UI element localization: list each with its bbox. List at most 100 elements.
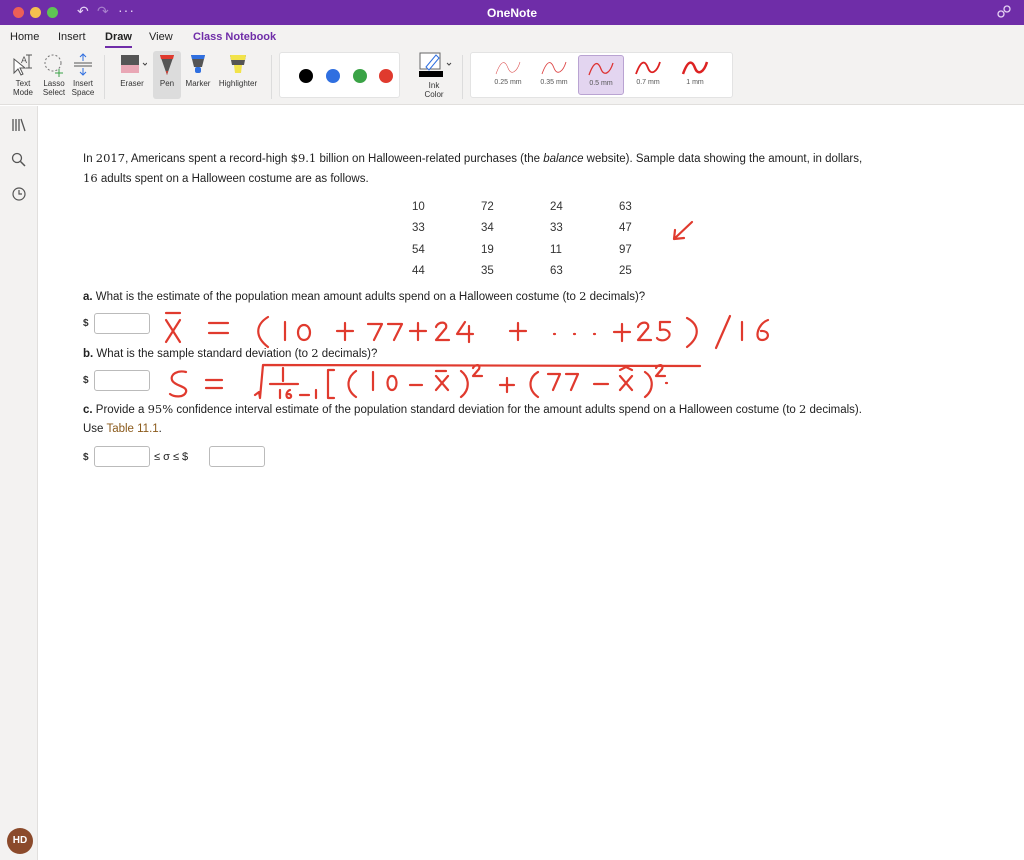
width-07-option[interactable]: 0.7 mm <box>625 55 671 95</box>
decimals-count: 2 <box>311 346 319 360</box>
text-mode-icon: A <box>13 54 32 76</box>
question-label: b. <box>83 348 94 360</box>
intro-text: In <box>83 153 96 165</box>
lasso-icon <box>44 54 63 77</box>
width-label: 1 mm <box>686 79 704 86</box>
notebooks-icon[interactable] <box>11 118 27 132</box>
color-red-swatch[interactable] <box>379 69 393 83</box>
highlighter-label: Highlighter <box>218 79 258 88</box>
intro-text: billion on Halloween-related purchases (… <box>316 153 544 165</box>
dollar-sign: $ <box>83 375 89 386</box>
insert-space-button[interactable]: Insert Space <box>68 51 98 97</box>
sigma-inequality: ≤ σ ≤ $ <box>154 451 189 463</box>
collaborators-icon[interactable] <box>996 4 1012 20</box>
tab-insert[interactable]: Insert <box>58 31 86 43</box>
dollar-sign: $ <box>83 452 89 463</box>
app-title: OneNote <box>486 6 537 20</box>
table-cell: 63 <box>550 265 563 277</box>
ribbon-divider <box>104 55 105 99</box>
search-icon[interactable] <box>11 152 27 168</box>
ink-color-button[interactable]: Ink Color <box>414 51 454 99</box>
intro-text: adults spent on a Halloween costume are … <box>97 173 369 185</box>
pen-color-palette <box>279 52 679 98</box>
table-cell: 97 <box>619 244 632 256</box>
navigation-sidebar <box>0 106 38 860</box>
ink-color-label-2: Color <box>424 90 444 99</box>
table-cell: 33 <box>550 222 563 234</box>
question-text: Provide a <box>92 404 148 416</box>
tab-class-notebook[interactable]: Class Notebook <box>193 31 276 43</box>
question-c: c. Provide a 95% confidence interval est… <box>83 399 983 420</box>
ribbon-divider <box>462 55 463 99</box>
problem-intro: In 2017, Americans spent a record-high $… <box>83 148 983 169</box>
question-text: decimals)? <box>586 291 646 303</box>
question-text: What is the sample standard deviation (t… <box>93 348 312 360</box>
question-b: b. What is the sample standard deviation… <box>83 343 377 364</box>
stroke-sample-icon <box>635 61 661 75</box>
title-bar: ↶ ↷ ··· OneNote <box>0 0 1024 25</box>
user-avatar[interactable]: HD <box>7 828 33 854</box>
table-cell: 63 <box>619 201 632 213</box>
marker-icon <box>191 55 205 73</box>
intro-text: website). Sample data showing the amount… <box>583 153 863 165</box>
width-label: 0.35 mm <box>540 79 568 86</box>
table-cell: 25 <box>619 265 632 277</box>
table-cell: 72 <box>481 201 494 213</box>
color-green-swatch[interactable] <box>353 69 367 83</box>
table-cell: 10 <box>412 201 425 213</box>
tab-draw[interactable]: Draw <box>105 31 132 48</box>
width-label: 0.5 mm <box>589 80 613 87</box>
marker-button[interactable]: Marker <box>183 51 213 88</box>
eraser-button[interactable]: Eraser <box>114 51 150 88</box>
question-text: decimals)? <box>318 348 378 360</box>
stroke-sample-icon <box>541 61 567 75</box>
width-1-option[interactable]: 1 mm <box>672 55 718 95</box>
color-blue-swatch[interactable] <box>326 69 340 83</box>
text-mode-button[interactable]: A Text Mode <box>8 51 38 97</box>
lasso-label: Lasso <box>43 79 65 88</box>
question-label: c. <box>83 404 93 416</box>
lasso-select-button[interactable]: Lasso Select <box>39 51 69 97</box>
question-text: Use <box>83 423 107 435</box>
marker-label: Marker <box>185 79 211 88</box>
width-035-option[interactable]: 0.35 mm <box>531 55 577 95</box>
question-c-reference: Use Table 11.1. <box>83 419 162 439</box>
insert-space-label-2: Space <box>71 88 95 97</box>
text-mode-label: Text <box>15 79 31 88</box>
confidence-level: 95% <box>147 402 174 416</box>
answer-a-input[interactable] <box>94 313 150 334</box>
table-11-1-link[interactable]: Table 11.1 <box>106 423 158 435</box>
ink-color-label: Ink <box>428 81 440 90</box>
stroke-sample-icon <box>495 61 521 75</box>
answer-c-upper-input[interactable] <box>209 446 265 467</box>
eraser-icon <box>121 55 147 73</box>
answer-b-input[interactable] <box>94 370 150 391</box>
question-text: What is the estimate of the population m… <box>92 291 580 303</box>
svg-text:A: A <box>21 55 27 65</box>
highlighter-button[interactable]: Highlighter <box>215 51 261 88</box>
insert-space-icon <box>74 53 92 76</box>
tab-view[interactable]: View <box>149 31 173 43</box>
width-label: 0.25 mm <box>494 79 522 86</box>
intro-italic: balance <box>543 153 584 165</box>
table-cell: 34 <box>481 222 494 234</box>
table-cell: 54 <box>412 244 425 256</box>
width-025-option[interactable]: 0.25 mm <box>485 55 531 95</box>
question-a: a. What is the estimate of the populatio… <box>83 286 645 307</box>
intro-amount: $9.1 <box>290 151 317 165</box>
pen-width-palette: 0.25 mm 0.35 mm 0.5 mm 0.7 mm 1 mm <box>470 52 733 98</box>
stroke-sample-icon <box>588 62 614 76</box>
question-label: a. <box>83 291 93 303</box>
recent-history-icon[interactable] <box>11 186 27 202</box>
table-cell: 19 <box>481 244 494 256</box>
table-cell: 24 <box>550 201 563 213</box>
color-black-swatch[interactable] <box>299 69 313 83</box>
pen-button[interactable]: Pen <box>153 51 181 99</box>
intro-text: , Americans spent a record-high <box>125 153 291 165</box>
tab-home[interactable]: Home <box>10 31 39 43</box>
width-05-option[interactable]: 0.5 mm <box>578 55 624 95</box>
question-text: decimals). <box>806 404 862 416</box>
width-label: 0.7 mm <box>636 79 660 86</box>
answer-c-lower-input[interactable] <box>94 446 150 467</box>
note-page[interactable] <box>39 106 1024 860</box>
